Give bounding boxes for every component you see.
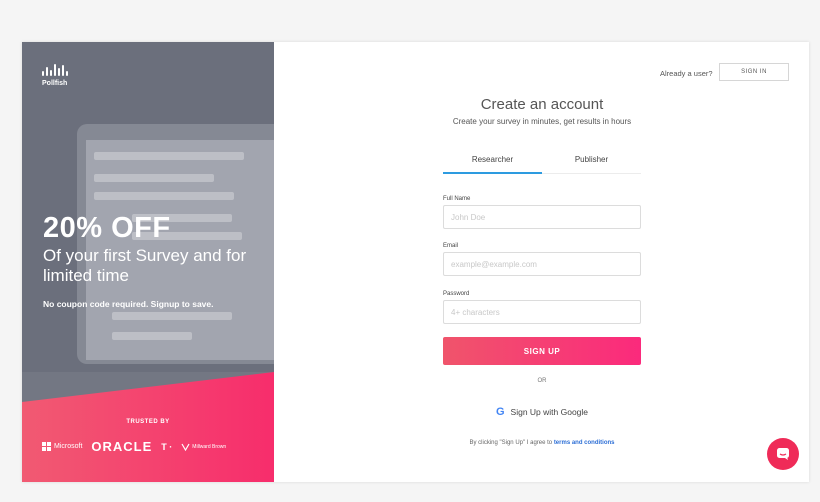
microsoft-icon <box>42 442 51 451</box>
tab-publisher[interactable]: Publisher <box>542 150 641 173</box>
promo-note: No coupon code required. Signup to save. <box>43 299 214 309</box>
password-label: Password <box>443 291 470 297</box>
email-field[interactable] <box>443 252 641 276</box>
tmobile-logo: T · <box>161 441 173 452</box>
google-signup-button[interactable]: G Sign Up with Google <box>443 406 641 418</box>
google-icon: G <box>495 406 505 418</box>
password-field[interactable] <box>443 300 641 324</box>
already-user-text: Already a user? <box>660 69 713 78</box>
full-name-field[interactable] <box>443 205 641 229</box>
google-signup-label: Sign Up with Google <box>510 407 589 417</box>
or-divider: OR <box>537 378 547 384</box>
trusted-logos: Microsoft ORACLE T · Millward Brown <box>42 439 262 454</box>
trusted-by-label: TRUSTED BY <box>126 419 170 425</box>
terms-prefix: By clicking "Sign Up" I agree to <box>469 440 553 446</box>
page-subtitle: Create your survey in minutes, get resul… <box>452 117 632 126</box>
oracle-logo: ORACLE <box>91 439 153 454</box>
chat-launcher-button[interactable] <box>767 438 799 470</box>
signup-page: Pollfish 20% OFF Of your first Survey an… <box>22 42 809 482</box>
sign-in-button[interactable]: SIGN IN <box>719 63 789 81</box>
chat-icon <box>777 448 789 460</box>
terms-link[interactable]: terms and conditions <box>554 440 615 446</box>
brand-name: Pollfish <box>42 80 68 87</box>
promo-subline: Of your first Survey and for limited tim… <box>43 246 247 285</box>
millward-brown-icon <box>181 443 190 451</box>
millward-brown-logo: Millward Brown <box>181 443 226 451</box>
sign-up-button[interactable]: SIGN UP <box>443 337 641 365</box>
email-label: Email <box>443 243 459 249</box>
full-name-label: Full Name <box>443 196 471 202</box>
promo-headline: 20% OFF <box>43 212 171 244</box>
tab-researcher[interactable]: Researcher <box>443 150 542 174</box>
page-title: Create an account <box>480 96 604 113</box>
account-type-tabs: Researcher Publisher <box>443 150 641 174</box>
pollfish-logo-icon <box>42 64 68 76</box>
microsoft-logo: Microsoft <box>42 442 82 451</box>
terms-notice: By clicking "Sign Up" I agree to terms a… <box>443 440 641 446</box>
promo-panel: Pollfish 20% OFF Of your first Survey an… <box>22 42 274 482</box>
